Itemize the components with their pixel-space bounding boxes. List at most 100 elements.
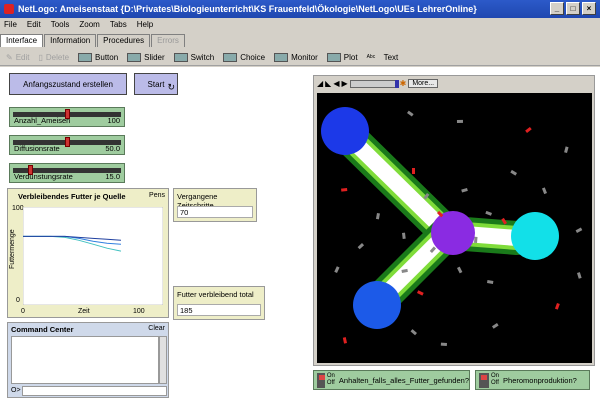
netlogo-app-icon xyxy=(4,4,14,14)
tab-procedures[interactable]: Procedures xyxy=(97,34,151,47)
clear-button[interactable]: Clear xyxy=(148,325,165,332)
switch-off-label: Off xyxy=(326,380,335,386)
interface-toolbar: ✎ Edit ▯ Delete Button Slider Switch Choic… xyxy=(0,49,600,66)
monitor-label: Futter verbleibend total xyxy=(177,290,254,299)
switch-on-off-labels: On Off xyxy=(491,373,499,387)
text-widget-icon: Abc xyxy=(366,53,376,60)
ant xyxy=(341,188,348,192)
add-switch-tool[interactable]: Switch xyxy=(173,52,214,62)
slider-value: 100 xyxy=(107,116,120,125)
switch-toggle[interactable] xyxy=(317,372,325,388)
monitor-widget-icon xyxy=(274,52,289,62)
sun-icon: ✱ xyxy=(399,79,407,88)
switch-widget-icon xyxy=(173,52,188,62)
switch-on-label: On xyxy=(491,373,500,379)
plot-ymax: 100 xyxy=(12,205,24,212)
food-source-blue-top xyxy=(321,107,369,155)
switch-label: Pheromonproduktion? xyxy=(503,375,577,385)
plot-pens-label: Pens xyxy=(149,192,165,199)
go-button[interactable]: Start ↻ xyxy=(134,73,178,95)
tab-strip: Interface Information Procedures Errors xyxy=(0,34,186,48)
title-bar: NetLogo: Ameisenstaat {D:\Privates\Biolo… xyxy=(0,0,600,18)
setup-button[interactable]: Anfangszustand erstellen xyxy=(9,73,127,95)
slider-diffusionsrate[interactable]: Diffusionsrate 50.0 xyxy=(9,135,125,155)
slider-thumb[interactable] xyxy=(65,137,70,147)
forever-icon: ↻ xyxy=(167,82,175,92)
plot-xlabel: Zeit xyxy=(78,308,90,315)
menu-zoom[interactable]: Zoom xyxy=(79,20,99,29)
pencil-icon: ✎ xyxy=(6,52,13,62)
switch-stop-when-food-found[interactable]: On Off Anhalten_falls_alles_Futter_gefund… xyxy=(313,370,470,390)
add-button-label: Button xyxy=(95,52,119,62)
command-input[interactable] xyxy=(22,386,167,396)
command-center: Command Center Clear O> xyxy=(7,322,169,398)
switch-toggle[interactable] xyxy=(479,372,489,388)
minimize-button[interactable]: _ xyxy=(550,2,564,15)
speed-down-icon[interactable]: ◀ xyxy=(333,79,339,88)
delete-tool-label: Delete xyxy=(45,52,70,62)
view-controls: ◢ ◣ ◀ ▶ ✱ More... xyxy=(317,79,439,88)
speed-slider[interactable] xyxy=(349,79,399,88)
world-view-panel: ◢ ◣ ◀ ▶ ✱ More... xyxy=(313,75,595,366)
menu-tools[interactable]: Tools xyxy=(51,20,70,29)
add-slider-tool[interactable]: Slider xyxy=(127,52,165,62)
setup-button-label: Anfangszustand erstellen xyxy=(23,79,113,89)
add-text-tool[interactable]: Abc Text xyxy=(367,53,399,62)
menu-file[interactable]: File xyxy=(4,20,17,29)
add-text-label: Text xyxy=(383,52,399,62)
edit-tool-label: Edit xyxy=(15,52,30,62)
tab-information[interactable]: Information xyxy=(44,34,97,47)
ant xyxy=(456,119,463,123)
menu-bar: File Edit Tools Zoom Tabs Help xyxy=(0,18,600,31)
close-button[interactable]: × xyxy=(582,2,596,15)
slider-verdunstungsrate[interactable]: Verdunstungsrate 15.0 xyxy=(9,163,125,183)
window-title: NetLogo: Ameisenstaat {D:\Privates\Biolo… xyxy=(18,4,477,14)
command-center-title: Command Center xyxy=(11,325,74,334)
add-monitor-tool[interactable]: Monitor xyxy=(274,52,318,62)
plot-ymin: 0 xyxy=(16,297,20,304)
button-widget-icon xyxy=(78,52,93,62)
tab-interface[interactable]: Interface xyxy=(0,34,44,47)
add-choice-label: Choice xyxy=(240,52,266,62)
zoom-out-icon[interactable]: ◢ xyxy=(317,79,323,88)
maximize-button[interactable]: □ xyxy=(566,2,580,15)
add-plot-tool[interactable]: Plot xyxy=(326,52,358,62)
menu-edit[interactable]: Edit xyxy=(27,20,41,29)
ant xyxy=(440,342,447,346)
add-slider-label: Slider xyxy=(144,52,165,62)
command-prompt: O> xyxy=(11,387,21,394)
add-button-tool[interactable]: Button xyxy=(78,52,119,62)
slider-label: Anzahl_Ameisen xyxy=(14,116,71,125)
plot-xmin: 0 xyxy=(21,308,25,315)
switch-label: Anhalten_falls_alles_Futter_gefunden? xyxy=(338,375,469,385)
world-view[interactable] xyxy=(317,93,592,363)
add-choice-tool[interactable]: Choice xyxy=(223,52,266,62)
slider-widget-icon xyxy=(127,52,142,62)
slider-anzahl-ameisen[interactable]: Anzahl_Ameisen 100 xyxy=(9,107,125,127)
slider-label: Verdunstungsrate xyxy=(14,172,73,181)
food-plot: Verbleibendes Futter je Quelle Pens Futt… xyxy=(7,188,169,318)
more-button[interactable]: More... xyxy=(408,79,439,88)
nest xyxy=(431,211,475,255)
command-output[interactable] xyxy=(11,336,159,384)
plot-area xyxy=(23,207,163,305)
plot-background xyxy=(23,207,163,305)
switch-off-label: Off xyxy=(491,380,499,386)
monitor-food-remaining: Futter verbleibend total 185 xyxy=(173,286,265,320)
menu-tabs[interactable]: Tabs xyxy=(110,20,127,29)
switch-on-off-labels: On Off xyxy=(327,373,335,387)
go-button-label: Start xyxy=(147,79,165,89)
plot-ylabel: Futtermenge xyxy=(9,229,16,269)
command-output-scrollbar[interactable] xyxy=(159,336,167,384)
delete-tool: ▯ Delete xyxy=(39,53,70,62)
switch-on-label: On xyxy=(326,373,335,379)
speed-up-icon[interactable]: ▶ xyxy=(341,79,347,88)
zoom-in-icon[interactable]: ◣ xyxy=(325,79,331,88)
monitor-value: 185 xyxy=(177,304,261,316)
switch-pheromone[interactable]: On Off Pheromonproduktion? xyxy=(475,370,590,390)
plot-xmax: 100 xyxy=(133,308,145,315)
food-source-blue-bottom xyxy=(353,281,401,329)
menu-help[interactable]: Help xyxy=(137,20,153,29)
trash-icon: ▯ xyxy=(38,52,43,62)
speed-thumb[interactable] xyxy=(394,79,399,88)
